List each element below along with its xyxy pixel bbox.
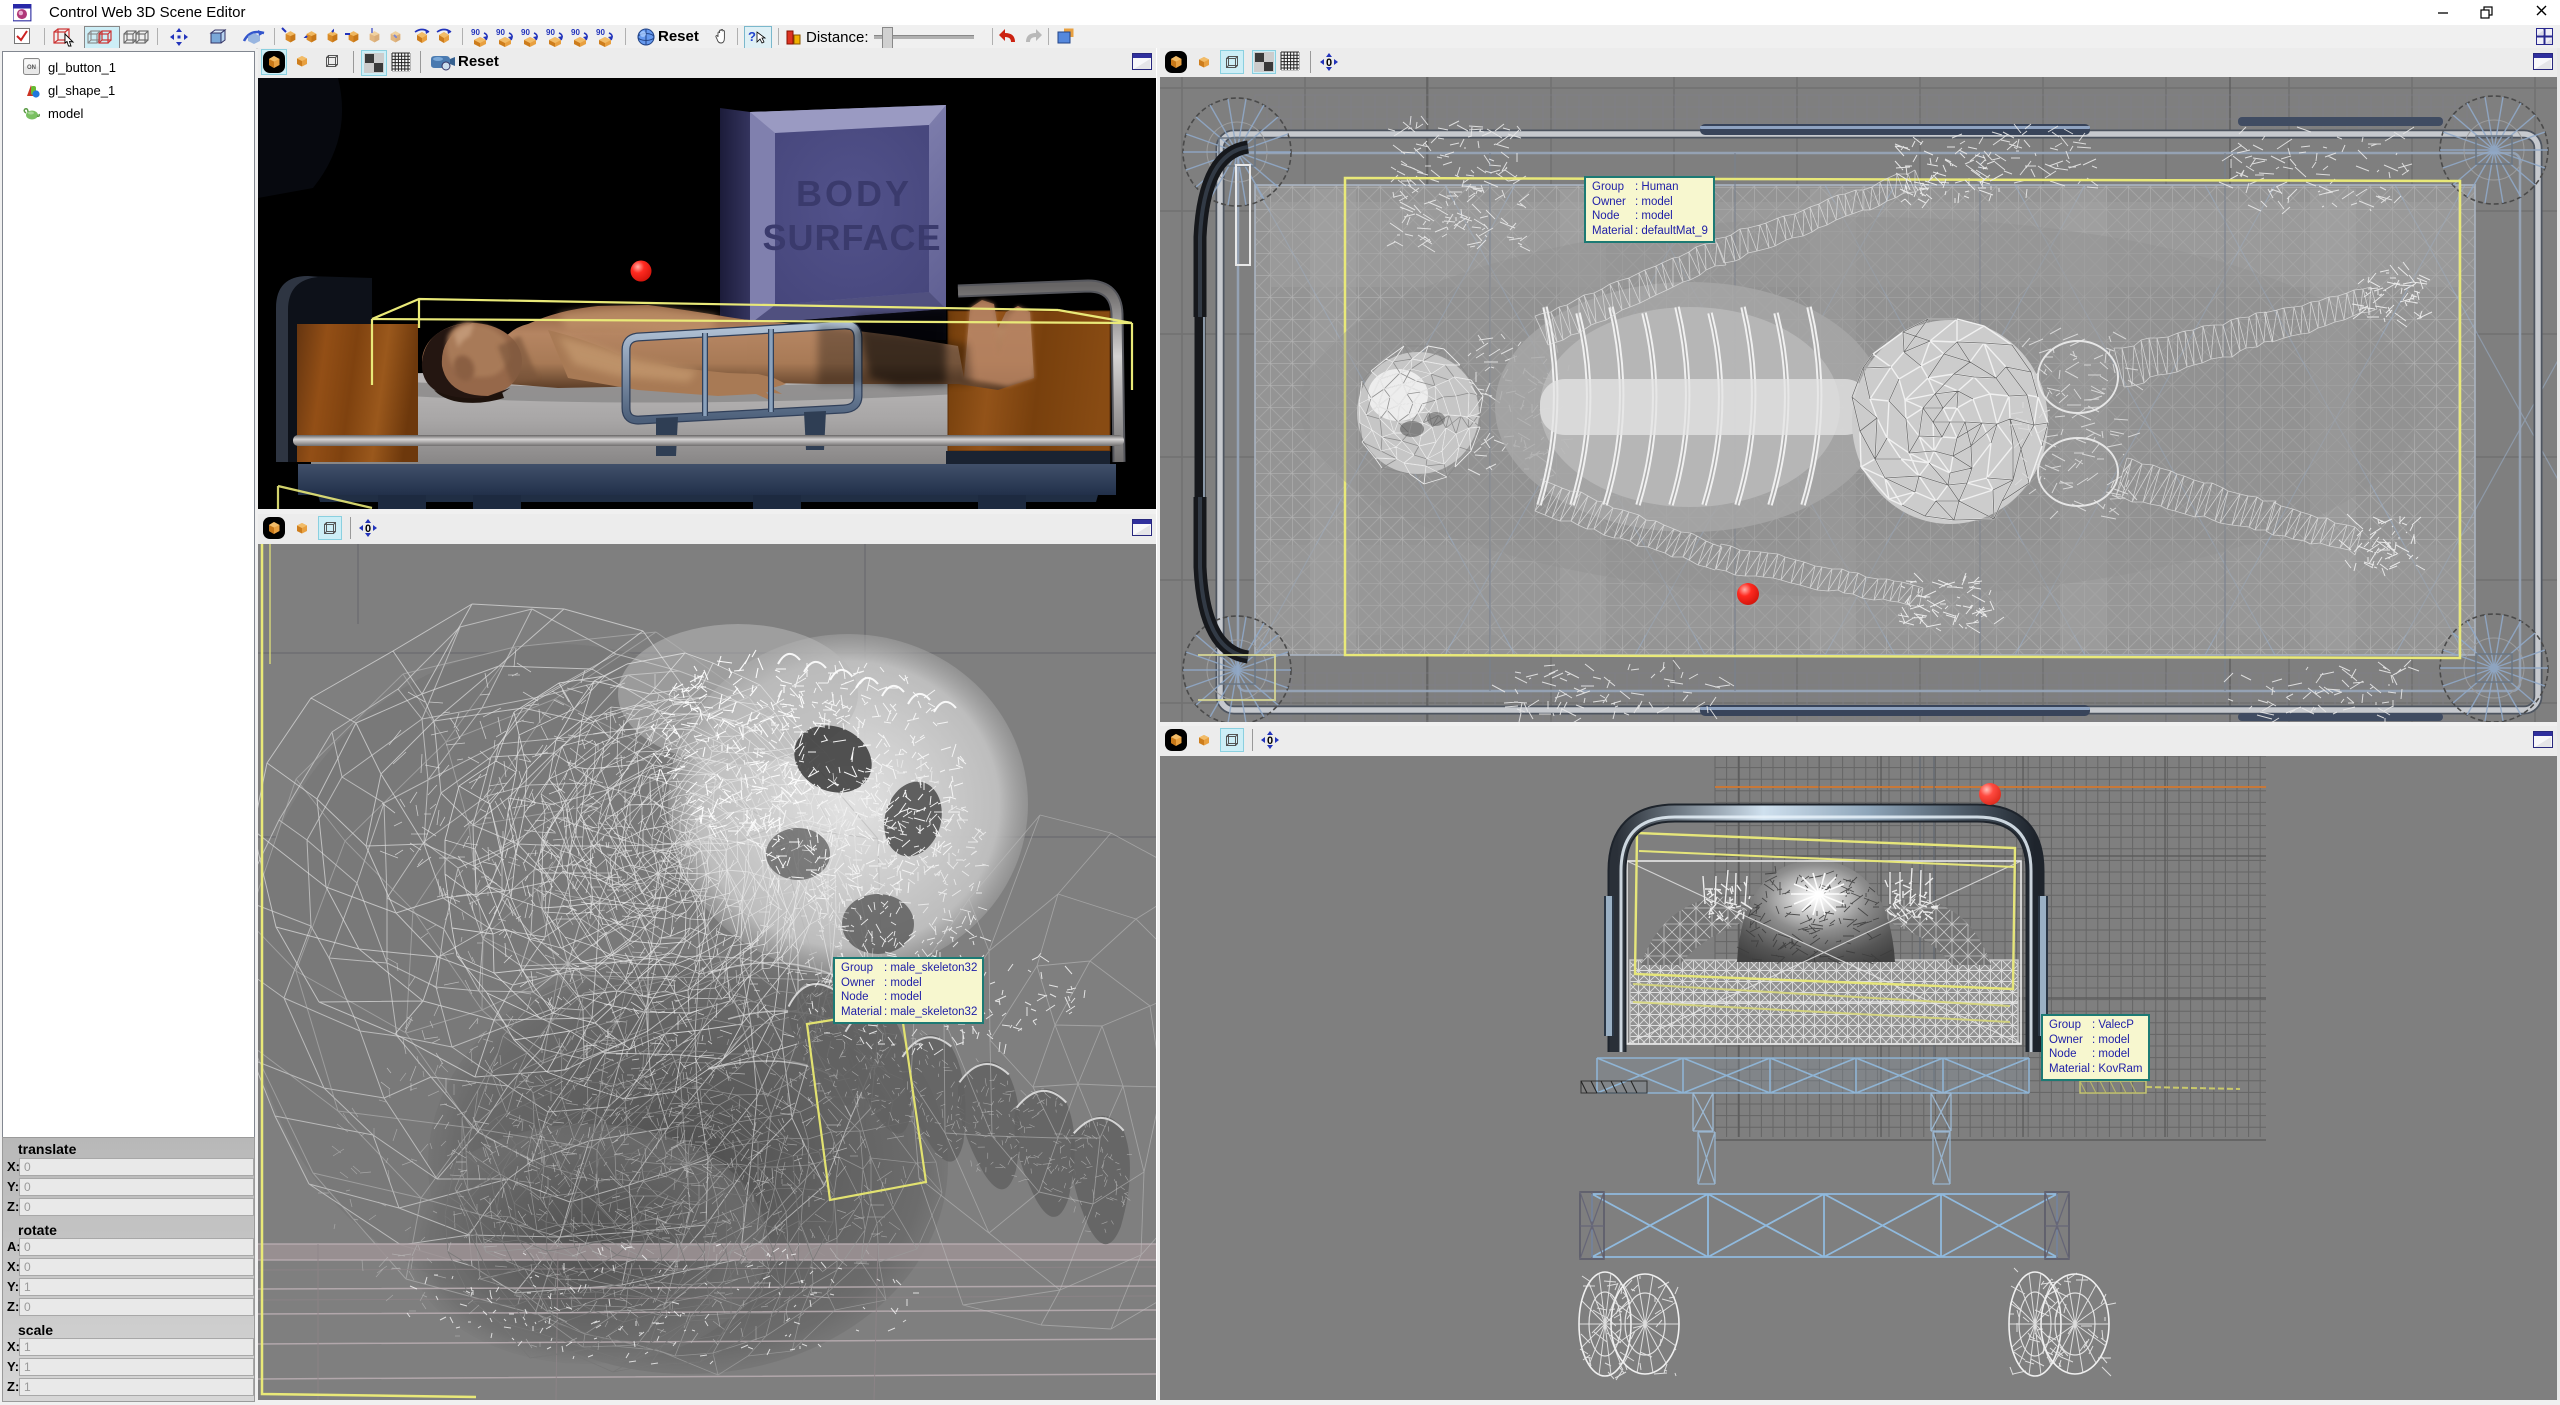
svg-text:0: 0: [1267, 735, 1273, 747]
svg-text:90: 90: [471, 28, 480, 37]
svg-text:90: 90: [546, 28, 555, 37]
svg-text:90: 90: [496, 28, 505, 37]
svg-text:?: ?: [748, 29, 756, 44]
svg-text:0: 0: [1326, 57, 1332, 69]
svg-text:BODY: BODY: [796, 173, 912, 214]
svg-text:90: 90: [596, 28, 605, 37]
svg-text:SURFACE: SURFACE: [762, 217, 941, 258]
svg-text:0: 0: [365, 523, 371, 535]
svg-text:90: 90: [521, 28, 530, 37]
svg-text:90: 90: [571, 28, 580, 37]
svg-text:ON: ON: [27, 65, 36, 71]
